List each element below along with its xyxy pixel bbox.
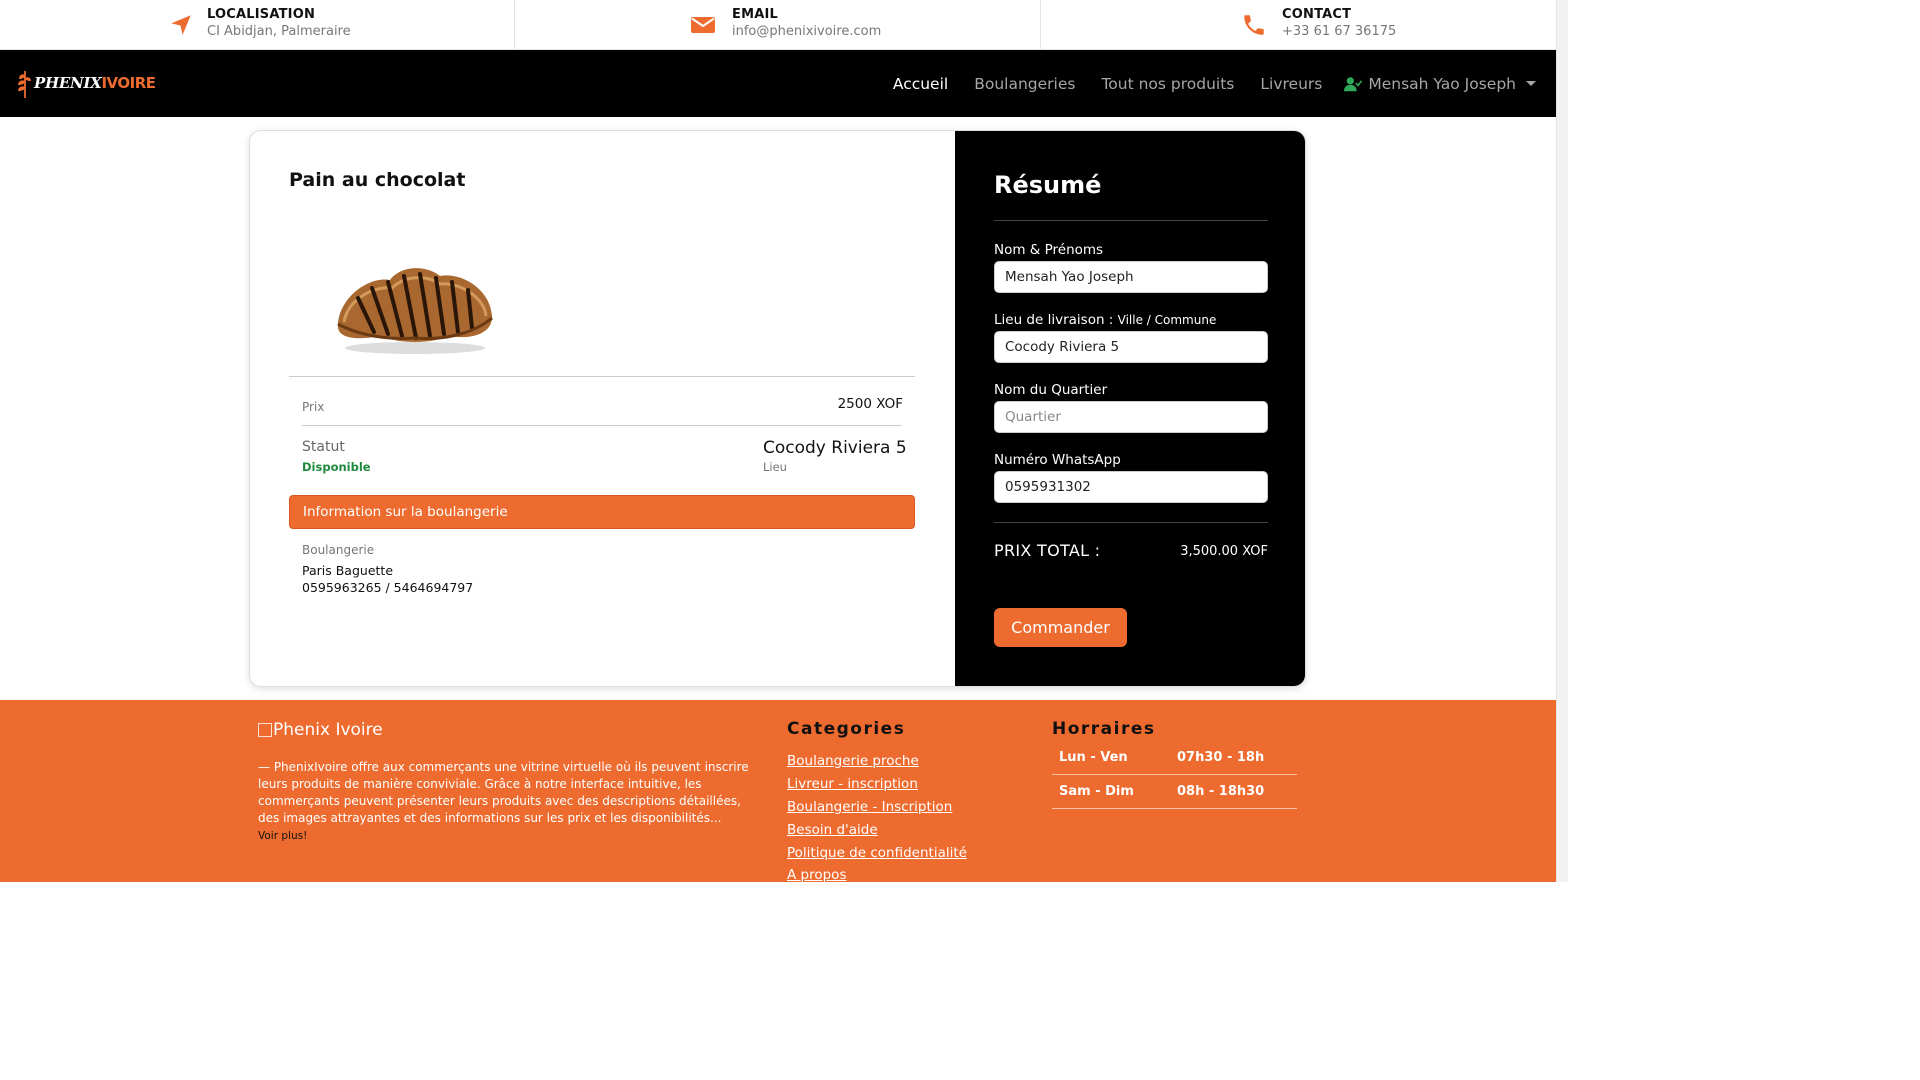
hours-row: Sam - Dim 08h - 18h30 bbox=[1052, 775, 1297, 809]
whatsapp-field[interactable] bbox=[994, 471, 1268, 503]
email-title: EMAIL bbox=[732, 7, 778, 22]
nav-produits[interactable]: Tout nos produits bbox=[1101, 75, 1234, 93]
contact-value[interactable]: +33 61 67 36175 bbox=[1282, 24, 1396, 39]
link-besoin-aide[interactable]: Besoin d'aide bbox=[787, 822, 878, 838]
link-boulangerie-inscription[interactable]: Boulangerie - Inscription bbox=[787, 799, 952, 815]
price-label: Prix bbox=[302, 400, 325, 414]
bakery-info-banner: Information sur la boulangerie bbox=[289, 495, 915, 529]
location-arrow-icon bbox=[171, 15, 191, 35]
location-info: LOCALISATION CI Abidjan, Palmeraire bbox=[0, 0, 515, 50]
quarter-field[interactable] bbox=[994, 401, 1268, 433]
user-name[interactable]: Mensah Yao Joseph bbox=[1368, 75, 1516, 93]
price-divider bbox=[302, 425, 902, 426]
nav-links: Accueil Boulangeries Tout nos produits L… bbox=[867, 50, 1536, 117]
footer-description: — PhenixIvoire offre aux commerçants une… bbox=[258, 760, 749, 825]
link-politique[interactable]: Politique de confidentialité bbox=[787, 845, 967, 861]
total-label: PRIX TOTAL : bbox=[994, 541, 1101, 560]
footer-logo-alt: Phenix Ivoire bbox=[273, 720, 383, 740]
chevron-down-icon bbox=[1526, 81, 1536, 86]
link-a-propos[interactable]: A propos bbox=[787, 867, 846, 883]
location-label: Lieu bbox=[763, 460, 787, 474]
summary-title: Résumé bbox=[994, 171, 1102, 199]
section-divider bbox=[289, 376, 915, 377]
hours-row: Lun - Ven 07h30 - 18h bbox=[1052, 741, 1297, 775]
nav-accueil[interactable]: Accueil bbox=[893, 75, 948, 93]
order-summary: Résumé Nom & Prénoms Lieu de livraison :… bbox=[955, 131, 1305, 686]
name-label: Nom & Prénoms bbox=[994, 242, 1104, 258]
hours-table: Lun - Ven 07h30 - 18h Sam - Dim 08h - 18… bbox=[1052, 741, 1297, 809]
hours-title: Horraires bbox=[1052, 719, 1156, 739]
brand-logo[interactable]: PHENIX IVOIRE bbox=[16, 66, 156, 100]
location-value: CI Abidjan, Palmeraire bbox=[207, 24, 351, 39]
price-value: 2500 XOF bbox=[837, 396, 903, 412]
location-title: LOCALISATION bbox=[207, 7, 316, 22]
nav-boulangeries[interactable]: Boulangeries bbox=[974, 75, 1075, 93]
whatsapp-label: Numéro WhatsApp bbox=[994, 452, 1121, 468]
site-footer: Phenix Ivoire — PhenixIvoire offre aux c… bbox=[0, 700, 1556, 883]
delivery-label: Lieu de livraison : Ville / Commune bbox=[994, 312, 1216, 328]
contact-info: CONTACT +33 61 67 36175 bbox=[1041, 0, 1556, 50]
hours-time: 07h30 - 18h bbox=[1177, 750, 1265, 765]
delivery-hint: Ville / Commune bbox=[1117, 313, 1217, 327]
delivery-field[interactable] bbox=[994, 331, 1268, 363]
product-card: Pain au chocolat Prix 2500 XOF Statut Di… bbox=[249, 130, 1306, 687]
status-label: Statut bbox=[302, 439, 345, 455]
hours-days: Sam - Dim bbox=[1059, 784, 1134, 799]
categories-title: Categories bbox=[787, 719, 906, 739]
top-info-bar: LOCALISATION CI Abidjan, Palmeraire EMAI… bbox=[0, 0, 1556, 50]
hours-time: 08h - 18h30 bbox=[1177, 784, 1265, 799]
main-navbar: PHENIX IVOIRE Accueil Boulangeries Tout n… bbox=[0, 50, 1556, 117]
brand-part1: PHENIX bbox=[34, 74, 102, 92]
email-value[interactable]: info@phenixivoire.com bbox=[732, 24, 881, 39]
name-field[interactable] bbox=[994, 261, 1268, 293]
hours-days: Lun - Ven bbox=[1059, 750, 1128, 765]
summary-divider bbox=[994, 220, 1268, 221]
order-button[interactable]: Commander bbox=[994, 608, 1127, 647]
see-more-link[interactable]: Voir plus! bbox=[258, 830, 307, 842]
envelope-icon bbox=[691, 17, 715, 33]
product-details: Pain au chocolat Prix 2500 XOF Statut Di… bbox=[250, 131, 955, 686]
footer-logo: Phenix Ivoire bbox=[258, 720, 383, 740]
bakery-name: Paris Baguette bbox=[302, 563, 394, 578]
total-divider bbox=[994, 522, 1268, 523]
link-boulangerie-proche[interactable]: Boulangerie proche bbox=[787, 753, 919, 769]
page-scrollbar[interactable] bbox=[1556, 0, 1568, 882]
product-image bbox=[337, 268, 493, 354]
bakery-label: Boulangerie bbox=[302, 543, 375, 557]
quarter-label: Nom du Quartier bbox=[994, 382, 1108, 398]
contact-title: CONTACT bbox=[1282, 7, 1352, 22]
user-dropdown[interactable]: Mensah Yao Joseph bbox=[1344, 75, 1536, 93]
phone-icon bbox=[1244, 15, 1264, 35]
link-livreur-inscription[interactable]: Livreur - inscription bbox=[787, 776, 918, 792]
email-info: EMAIL info@phenixivoire.com bbox=[515, 0, 1041, 50]
product-title: Pain au chocolat bbox=[289, 169, 466, 191]
brand-part2: IVOIRE bbox=[101, 74, 156, 92]
status-badge: Disponible bbox=[302, 460, 371, 474]
wheat-icon bbox=[18, 71, 31, 98]
user-check-icon bbox=[1344, 76, 1363, 91]
total-value: 3,500.00 XOF bbox=[1180, 544, 1268, 559]
nav-livreurs[interactable]: Livreurs bbox=[1260, 75, 1322, 93]
delivery-label-text: Lieu de livraison : bbox=[994, 312, 1118, 328]
bakery-phone: 0595963265 / 5464694797 bbox=[302, 580, 474, 595]
broken-image-icon bbox=[258, 723, 272, 737]
location-value: Cocody Riviera 5 bbox=[763, 438, 907, 458]
